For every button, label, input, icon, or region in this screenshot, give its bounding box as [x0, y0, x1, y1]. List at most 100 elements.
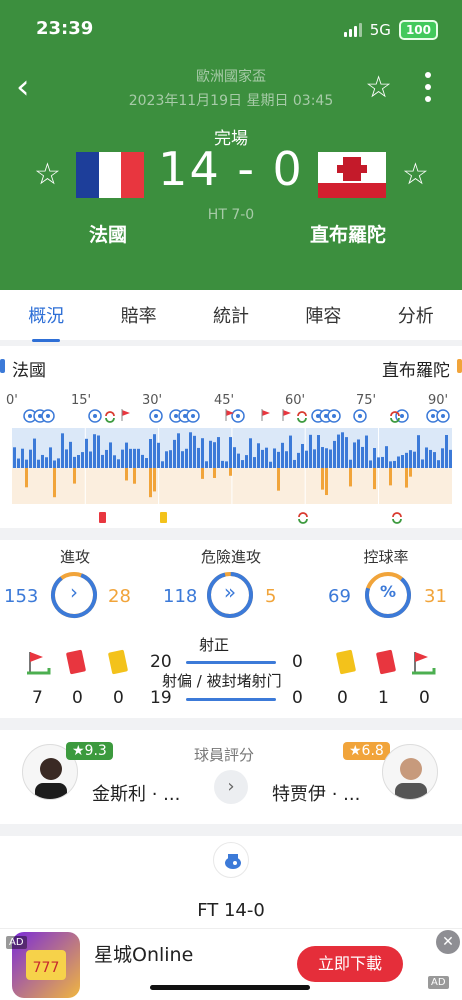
- home-player-rating: ★9.3: [66, 742, 113, 760]
- match-datetime: 2023年11月19日 星期日 03:45: [128, 93, 334, 109]
- home-momentum-bar: [113, 455, 116, 468]
- home-momentum-bar: [277, 451, 280, 468]
- home-momentum-bar: [157, 442, 160, 468]
- status-indicators: 5G 100: [343, 20, 438, 40]
- home-momentum-bar: [17, 458, 20, 468]
- away-momentum-bar: [405, 468, 408, 488]
- away-shots-off-target: 0: [292, 688, 303, 708]
- home-momentum-bar: [125, 442, 128, 468]
- home-momentum-bar: [225, 461, 228, 468]
- tab-stats[interactable]: 統計: [209, 302, 253, 328]
- home-momentum-bar: [229, 437, 232, 468]
- substitution-icon: [297, 417, 307, 423]
- goal-ball-icon: [174, 414, 178, 418]
- goal-ball-icon: [154, 414, 158, 418]
- home-momentum-bar: [373, 447, 376, 468]
- home-momentum-bar: [405, 452, 408, 468]
- home-momentum-bar: [165, 451, 168, 468]
- home-momentum-bar: [265, 447, 268, 468]
- home-momentum-bar: [197, 447, 200, 468]
- home-momentum-bar: [333, 440, 336, 468]
- home-momentum-bar: [429, 449, 432, 468]
- full-time-score: FT 14-0: [197, 900, 265, 921]
- match-score: 14 - 0: [158, 142, 304, 196]
- away-momentum-bar: [125, 468, 128, 481]
- network-label: 5G: [369, 21, 391, 39]
- svg-text:777: 777: [33, 960, 60, 976]
- tab-analysis[interactable]: 分析: [394, 302, 438, 328]
- away-momentum-bar: [373, 468, 376, 490]
- corner-flag-icon: [27, 652, 51, 675]
- home-momentum-bar: [209, 440, 212, 468]
- ad-download-button[interactable]: 立即下載: [297, 946, 403, 982]
- home-momentum-bar: [321, 447, 324, 468]
- home-team-name[interactable]: 法國: [89, 220, 127, 247]
- home-momentum-bar: [233, 447, 236, 468]
- away-momentum-bar: [229, 468, 232, 476]
- away-red-cards-value: 1: [378, 688, 389, 708]
- home-momentum-bar: [189, 432, 192, 468]
- tab-bar: 概況 賠率 統計 陣容 分析: [0, 290, 462, 342]
- percent-icon: %: [379, 582, 397, 601]
- ad-close-icon[interactable]: ✕: [436, 930, 460, 954]
- more-options-icon[interactable]: [424, 72, 432, 102]
- home-momentum-bar: [205, 461, 208, 468]
- away-team-name[interactable]: 直布羅陀: [310, 220, 386, 247]
- competition-name[interactable]: 歐洲國家盃: [0, 66, 462, 86]
- home-momentum-bar: [397, 456, 400, 468]
- player-ratings: 球員評分 ★9.3 金斯利 · ... › 特贾伊 · ... ★6.8: [0, 730, 462, 824]
- home-side-marker: [0, 359, 5, 373]
- home-momentum-bar: [329, 449, 332, 468]
- home-momentum-bar: [281, 442, 284, 468]
- home-momentum-bar: [145, 458, 148, 468]
- home-momentum-bar: [65, 449, 68, 468]
- home-momentum-bar: [33, 438, 36, 468]
- home-momentum-bar: [93, 434, 96, 468]
- ad-title[interactable]: 星城Online: [94, 940, 193, 967]
- home-momentum-bar: [177, 433, 180, 468]
- ratings-expand-chevron-icon[interactable]: ›: [214, 770, 248, 804]
- favorite-away-star-icon[interactable]: ☆: [402, 157, 429, 192]
- shots-off-target-bar: [186, 698, 276, 701]
- home-momentum-bar: [445, 434, 448, 468]
- substitution-event-icon: [392, 518, 402, 524]
- home-player-name[interactable]: 金斯利 · ...: [92, 780, 180, 806]
- home-momentum-bar: [365, 435, 368, 468]
- home-momentum-bar: [301, 443, 304, 468]
- home-momentum-bar: [297, 452, 300, 468]
- home-momentum-bar: [433, 452, 436, 468]
- home-momentum-bar: [357, 439, 360, 468]
- home-momentum-bar: [385, 446, 388, 468]
- home-shots-on-target: 20: [150, 652, 172, 672]
- home-momentum-bar: [249, 438, 252, 468]
- corner-flag-icon: [412, 652, 436, 675]
- favorite-match-star-icon[interactable]: ☆: [365, 70, 392, 105]
- home-momentum-bar: [241, 460, 244, 468]
- home-momentum-bar: [129, 448, 132, 468]
- away-player-avatar[interactable]: [382, 744, 438, 800]
- home-momentum-bar: [353, 442, 356, 468]
- home-momentum-bar: [85, 438, 88, 468]
- home-momentum-bar: [37, 459, 40, 468]
- shots-off-target-label: 射偏 / 被封堵射门: [162, 672, 282, 690]
- home-momentum-bar: [181, 451, 184, 468]
- home-momentum-bar: [293, 459, 296, 468]
- tab-overview[interactable]: 概況: [24, 302, 68, 342]
- home-momentum-bar: [161, 461, 164, 468]
- home-momentum-bar: [313, 449, 316, 468]
- home-momentum-bar: [117, 459, 120, 468]
- home-momentum-bar: [221, 460, 224, 468]
- gibraltar-flag-icon[interactable]: [318, 152, 386, 198]
- away-player-name[interactable]: 特贾伊 · ...: [272, 780, 360, 806]
- home-momentum-bar: [193, 435, 196, 468]
- home-momentum-bar: [153, 434, 156, 468]
- tab-odds[interactable]: 賠率: [117, 302, 161, 328]
- corner-event-icon: [122, 410, 130, 416]
- red-card-icon: [65, 649, 87, 675]
- tab-lineup[interactable]: 陣容: [301, 302, 345, 328]
- home-momentum-bar: [325, 448, 328, 468]
- shots-on-target-label: 射正: [199, 636, 230, 654]
- home-momentum-bar: [449, 449, 452, 468]
- home-momentum-bar: [261, 449, 264, 468]
- home-momentum-bar: [349, 459, 352, 468]
